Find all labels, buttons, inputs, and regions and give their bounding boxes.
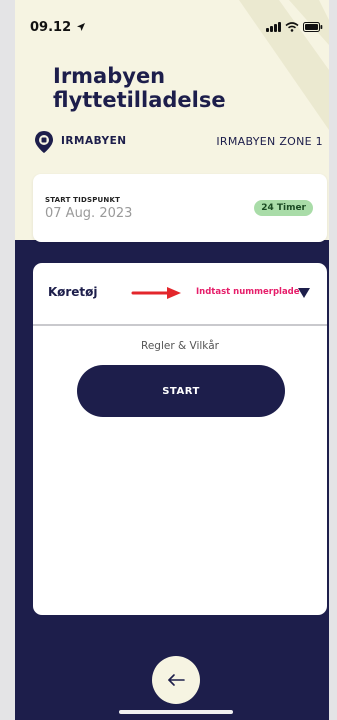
back-arrow-icon [168, 674, 185, 686]
wifi-icon [285, 22, 299, 32]
signal-icon [266, 22, 281, 32]
plate-input-link[interactable]: Indtast nummerplade [196, 287, 300, 297]
location-name: IRMABYEN [61, 135, 127, 147]
back-button[interactable] [152, 656, 200, 704]
duration-badge: 24 Timer [254, 200, 313, 216]
divider [33, 324, 327, 326]
title-line-1: Irmabyen [53, 64, 166, 88]
location-pin-icon [35, 131, 53, 153]
start-button[interactable]: START [77, 365, 285, 417]
vehicle-card: Køretøj Indtast nummerplade Regler & Vil… [33, 263, 327, 615]
red-arrow-icon [131, 287, 181, 299]
location-arrow-icon [76, 23, 85, 31]
start-time-card: START TIDSPUNKT 07 Aug. 2023 24 Timer [33, 174, 327, 242]
status-bar: 09.12 [15, 0, 329, 52]
terms-link[interactable]: Regler & Vilkår [33, 340, 327, 352]
status-time: 09.12 [30, 20, 86, 35]
page-title: Irmabyen flyttetilladelse [53, 64, 226, 112]
phone-screen: 09.12 Irmabyen flyttetilladelse IRMABYEN… [15, 0, 329, 720]
status-icons [266, 22, 323, 32]
status-time-text: 09.12 [30, 20, 72, 35]
zone-label: IRMABYEN ZONE 1 [216, 135, 323, 148]
location-row: IRMABYEN IRMABYEN ZONE 1 [33, 130, 329, 154]
title-line-2: flyttetilladelse [53, 88, 226, 112]
battery-icon [303, 22, 323, 32]
start-time-label: START TIDSPUNKT [45, 196, 121, 204]
start-date: 07 Aug. 2023 [45, 206, 133, 221]
vehicle-label: Køretøj [48, 285, 98, 299]
triangle-down-icon[interactable] [298, 288, 310, 298]
home-indicator[interactable] [119, 710, 233, 714]
